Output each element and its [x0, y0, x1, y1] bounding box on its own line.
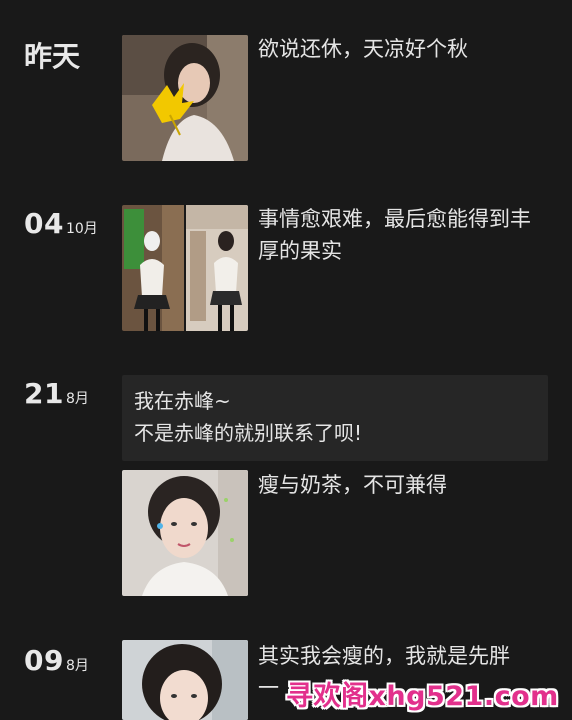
post-caption: 欲说还休，天凉好个秋: [258, 37, 468, 61]
date-day: 04: [24, 207, 64, 240]
date-label: 昨天: [24, 40, 81, 73]
post-caption: 瘦与奶茶，不可兼得: [258, 473, 447, 497]
post-caption: 事情愈艰难，最后愈能得到丰厚的果实: [258, 207, 531, 263]
date-day: 21: [24, 377, 64, 410]
date-month: 10月: [65, 221, 98, 237]
post-photo-grid[interactable]: [122, 205, 248, 331]
post-date: 04 10月: [24, 207, 98, 240]
post-date: 21 8月: [24, 377, 89, 410]
photo-tile[interactable]: [122, 205, 184, 331]
post-date: 09 8月: [24, 644, 89, 677]
text-post[interactable]: 我在赤峰~ 不是赤峰的就别联系了呗!: [122, 375, 548, 461]
date-month: 8月: [65, 658, 89, 674]
watermark: 寻欢阁xhg521.com: [286, 681, 559, 712]
post-date: 昨天: [24, 35, 80, 75]
photo-tile[interactable]: [186, 205, 248, 331]
post-photo[interactable]: [122, 35, 248, 161]
text-post-line: 我在赤峰~: [134, 389, 231, 413]
post-photo[interactable]: [122, 470, 248, 596]
text-post-line: 不是赤峰的就别联系了呗!: [134, 421, 363, 445]
date-month: 8月: [65, 391, 89, 407]
post-photo[interactable]: [122, 640, 248, 720]
date-day: 09: [24, 644, 64, 677]
